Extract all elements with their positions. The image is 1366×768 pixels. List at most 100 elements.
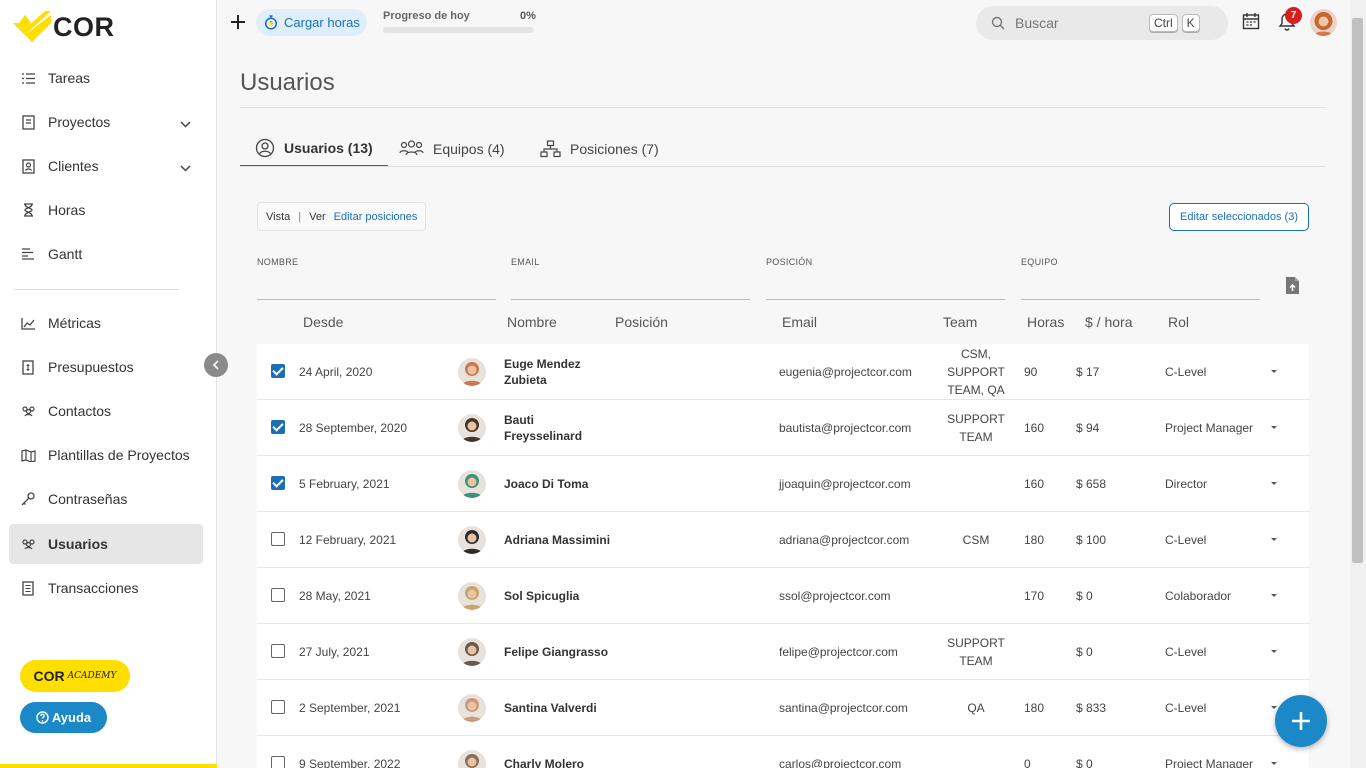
sidebar-item-gantt[interactable]: Gantt <box>9 234 203 274</box>
caret-down-icon[interactable] <box>1271 706 1277 709</box>
sidebar-item-metricas[interactable]: Métricas <box>9 303 203 343</box>
table-row[interactable]: 24 April, 2020 Euge Mendez Zubieta eugen… <box>257 344 1309 400</box>
search-input[interactable] <box>1015 15 1145 31</box>
row-name[interactable]: Felipe Giangrasso <box>504 624 614 680</box>
tab-usuarios[interactable]: Usuarios (13) <box>240 131 388 167</box>
add-user-fab-button[interactable] <box>1275 695 1327 747</box>
caret-down-icon[interactable] <box>1271 594 1277 597</box>
page-scrollbar[interactable] <box>1350 0 1366 768</box>
tab-equipos[interactable]: Equipos (4) <box>399 131 505 167</box>
filter-input-email[interactable] <box>511 299 750 300</box>
row-checkbox[interactable] <box>271 532 285 546</box>
sidebar-item-tareas[interactable]: Tareas <box>9 58 203 98</box>
row-checkbox[interactable] <box>271 756 285 768</box>
user-avatar[interactable] <box>1310 9 1337 36</box>
row-name[interactable]: Bauti Freysselinard <box>504 400 614 456</box>
row-checkbox[interactable] <box>271 700 285 714</box>
cargar-horas-button[interactable]: Cargar horas <box>256 9 367 36</box>
table-row[interactable]: 9 September, 2022 Charly Molero carlos@p… <box>257 736 1309 768</box>
clients-icon <box>20 158 36 174</box>
row-rate: $ 0 <box>1076 589 1093 603</box>
plus-icon <box>1292 712 1310 730</box>
cor-logo[interactable]: COR <box>13 10 115 44</box>
filter-input-nombre[interactable] <box>257 299 496 300</box>
row-checkbox[interactable] <box>271 420 285 434</box>
key-icon <box>20 491 36 507</box>
help-button[interactable]: Ayuda <box>20 702 107 733</box>
caret-down-icon[interactable] <box>1271 482 1277 485</box>
row-date: 24 April, 2020 <box>299 365 373 379</box>
add-button[interactable] <box>229 12 247 32</box>
row-checkbox[interactable] <box>271 588 285 602</box>
row-name[interactable]: Euge Mendez Zubieta <box>504 344 614 400</box>
filter-label-email: EMAIL <box>511 257 540 267</box>
row-rate: $ 17 <box>1076 365 1100 379</box>
sidebar-item-usuarios[interactable]: Usuarios <box>9 524 203 564</box>
column-header-nombre[interactable]: Nombre <box>507 314 557 330</box>
caret-down-icon[interactable] <box>1271 370 1277 373</box>
chevron-down-icon[interactable] <box>180 159 191 175</box>
avatar <box>458 638 486 666</box>
scrollbar-thumb[interactable] <box>1352 18 1363 563</box>
avatar <box>458 750 486 768</box>
row-name[interactable]: Charly Molero <box>504 736 614 768</box>
sidebar-item-horas[interactable]: Horas <box>9 190 203 230</box>
table-row[interactable]: 28 May, 2021 Sol Spicuglia ssol@projectc… <box>257 568 1309 624</box>
calendar-icon[interactable] <box>1242 12 1262 32</box>
row-checkbox[interactable] <box>271 476 285 490</box>
help-label: Ayuda <box>51 710 92 725</box>
table-row[interactable]: 12 February, 2021 Adriana Massimini adri… <box>257 512 1309 568</box>
sidebar-item-clientes[interactable]: Clientes <box>9 146 203 186</box>
table-row[interactable]: 27 July, 2021 Felipe Giangrasso felipe@p… <box>257 624 1309 680</box>
row-rol: Colaborador <box>1165 589 1232 603</box>
edit-positions-link[interactable]: Editar posiciones <box>334 211 418 223</box>
sidebar-item-plantillas[interactable]: Plantillas de Proyectos <box>9 435 203 475</box>
collapse-sidebar-button[interactable] <box>204 353 228 377</box>
row-name[interactable]: Sol Spicuglia <box>504 568 614 624</box>
filter-input-equipo[interactable] <box>1021 299 1260 300</box>
sidebar-item-presupuestos[interactable]: Presupuestos <box>9 347 203 387</box>
row-date: 5 February, 2021 <box>299 477 390 491</box>
edit-selected-button[interactable]: Editar seleccionados (3) <box>1169 203 1309 231</box>
plus-icon <box>231 15 245 29</box>
sidebar-item-contrasenas[interactable]: Contraseñas <box>9 479 203 519</box>
chevron-down-icon[interactable] <box>180 115 191 131</box>
caret-down-icon[interactable] <box>1271 650 1277 653</box>
sidebar-item-label: Usuarios <box>48 536 108 552</box>
row-name[interactable]: Adriana Massimini <box>504 512 614 568</box>
row-name[interactable]: Joaco Di Toma <box>504 456 614 512</box>
sidebar-item-transacciones[interactable]: Transacciones <box>9 568 203 608</box>
column-header-horas[interactable]: Horas <box>1027 314 1064 330</box>
tab-posiciones[interactable]: Posiciones (7) <box>540 131 659 167</box>
cor-logo-icon <box>13 11 51 43</box>
table-row[interactable]: 5 February, 2021 Joaco Di Toma jjoaquin@… <box>257 456 1309 512</box>
column-header-rol[interactable]: Rol <box>1168 314 1189 330</box>
page-title: Usuarios <box>240 69 335 96</box>
row-email: santina@projectcor.com <box>779 701 908 715</box>
export-file-icon[interactable] <box>1285 276 1300 300</box>
caret-down-icon[interactable] <box>1271 426 1277 429</box>
team-icon <box>399 140 424 158</box>
cor-academy-button[interactable]: COR ACADEMY <box>20 660 130 692</box>
sidebar-item-label: Contactos <box>48 403 112 419</box>
sidebar-item-contactos[interactable]: Contactos <box>9 391 203 431</box>
column-header-email[interactable]: Email <box>782 314 817 330</box>
table-row[interactable]: 28 September, 2020 Bauti Freysselinard b… <box>257 400 1309 456</box>
progress-percent: 0% <box>520 10 536 22</box>
column-header-desde[interactable]: Desde <box>303 314 343 330</box>
row-team <box>937 568 1015 624</box>
caret-down-icon[interactable] <box>1271 538 1277 541</box>
row-checkbox[interactable] <box>271 364 285 378</box>
filter-input-posicion[interactable] <box>766 299 1005 300</box>
row-checkbox[interactable] <box>271 644 285 658</box>
column-header-rate[interactable]: $ / hora <box>1085 314 1132 330</box>
column-header-team[interactable]: Team <box>943 314 977 330</box>
table-row[interactable]: 2 September, 2021 Santina Valverdi santi… <box>257 680 1309 736</box>
user-circle-icon <box>255 138 275 158</box>
sidebar-item-proyectos[interactable]: Proyectos <box>9 102 203 142</box>
column-header-posicion[interactable]: Posición <box>615 314 668 330</box>
search-box[interactable]: Ctrl K <box>976 6 1228 40</box>
caret-down-icon[interactable] <box>1271 762 1277 765</box>
row-name[interactable]: Santina Valverdi <box>504 680 614 736</box>
ver-option[interactable]: Ver <box>309 211 326 223</box>
